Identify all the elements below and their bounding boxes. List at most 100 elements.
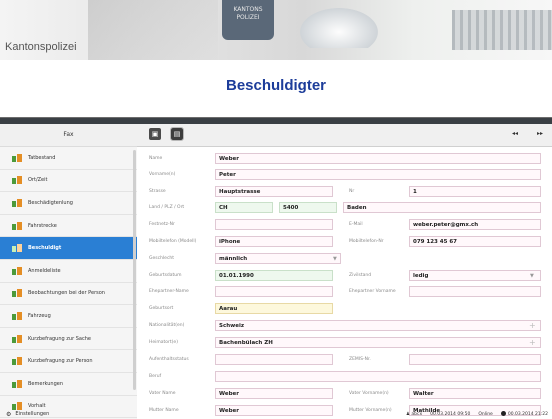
sidebar-item[interactable]: Ort/Zeit [0,170,137,193]
police-badge-image: KANTONS POLIZEI [222,0,274,40]
main-panel: ▣ ▤ ◂◂ ▸▸ Name Weber Vorname(n) Peter St… [137,124,552,419]
heimatort-field[interactable]: Bachenbülach ZH [215,337,541,348]
folder-icon [12,244,22,253]
geburtsdatum-field[interactable]: 01.01.1990 [215,270,333,281]
zemis-field[interactable] [409,354,541,365]
beruf-field[interactable] [215,371,541,382]
row-vorname: Vorname(n) Peter [137,167,552,183]
prev-record-button[interactable]: ◂◂ [512,130,518,137]
aufenthalt-field[interactable] [215,354,333,365]
vater-vorname-field[interactable]: Walter [409,388,541,399]
add-icon[interactable]: + [529,321,536,330]
folder-icon [12,153,22,162]
land-label: Land / PLZ / Ort [149,205,185,210]
app-window: Fax Tatbestand Ort/Zeit Beschädigtenlung Fa… [0,117,552,419]
sidebar-item-label: Tatbestand [28,154,56,161]
sidebar-item-label: Bemerkungen [28,380,64,387]
sidebar-item-label: Fahrzeug [28,312,51,319]
sidebar-item-label: Beobachtungen bei der Person [28,290,105,297]
zivilstand-select[interactable]: ledig [409,270,541,281]
ehepartner-name-field[interactable] [215,286,333,297]
row-geschlecht: Geschlecht männlich ▼ [137,251,552,267]
chevron-down-icon[interactable]: ▼ [333,256,337,262]
nr-field[interactable]: 1 [409,186,541,197]
name-field[interactable]: Weber [215,153,541,164]
page-title: Beschuldigter [225,77,327,94]
geburtsort-field[interactable]: Aarau [215,303,333,314]
geschlecht-label: Geschlecht [149,256,175,261]
folder-icon [12,311,22,320]
toolbar: ▣ ▤ ◂◂ ▸▸ [137,124,552,147]
geschlecht-select[interactable]: männlich [215,253,341,264]
sidebar-item-label: Kurzbefragung zur Sache [28,335,91,342]
vater-vorname-label: Vater Vorname(n) [349,391,389,396]
nationalitaet-field[interactable]: Schweiz [215,320,541,331]
email-field[interactable]: weber.peter@gmx.ch [409,219,541,230]
row-heimatort: Heimatort(e) Bachenbülach ZH + [137,335,552,351]
sidebar-item-label: Fahrstrecke [28,222,57,229]
user-icon: ♟ [405,411,410,417]
row-vater: Vater Name Weber Vater Vorname(n) Walter [137,386,552,402]
mobil-typ-label: Mobiltelefon (Modell) [149,239,197,244]
police-car-image [300,8,378,48]
save-icon[interactable]: ▣ [149,128,161,140]
mobil-nr-label: Mobiltelefon-Nr [349,239,384,244]
beruf-label: Beruf [149,374,162,379]
status-dot-icon [500,411,506,416]
sidebar-scrollbar[interactable] [133,150,136,390]
geburtsdatum-label: Geburtsdatum [149,273,182,278]
ehepartner-vorname-label: Ehepartner Vorname [349,289,396,294]
ort-field[interactable]: Baden [343,202,541,213]
folder-icon [12,198,22,207]
badge-text: KANTONS POLIZEI [233,6,263,21]
nationalitaet-label: Nationalität(en) [149,323,185,328]
sidebar-item-label: Ort/Zeit [28,177,48,184]
land-field[interactable]: CH [215,202,273,213]
building-image [452,10,552,50]
add-icon[interactable]: + [529,338,536,347]
document-icon[interactable]: ▤ [170,127,184,141]
sync-status: 00.03.2014 21:22 [500,411,548,417]
user-status: ♟ abcx [406,412,422,417]
strasse-field[interactable]: Hauptstrasse [215,186,333,197]
sidebar-item-label: Anmeldeliste [28,267,61,274]
header-banner: KANTONS POLIZEI Kantonspolizei [0,0,552,60]
folder-icon [12,176,22,185]
row-name: Name Weber [137,151,552,167]
vater-field[interactable]: Weber [215,388,333,399]
login-time: 00.03.2014 09:50 [430,411,471,417]
vorname-field[interactable]: Peter [215,169,541,180]
sidebar-item-label: Beschuldigt [28,245,62,252]
gear-icon: ⚙ [6,410,12,418]
sidebar-item[interactable]: Fahrzeug [0,305,137,328]
mobil-nr-field[interactable]: 079 123 45 67 [409,236,541,247]
sidebar-item[interactable]: Kurzbefragung zur Person [0,350,137,373]
chevron-down-icon[interactable]: ▼ [530,273,534,279]
sidebar-item[interactable]: Kurzbefragung zur Sache [0,328,137,351]
sidebar-item[interactable]: Bemerkungen [0,373,137,396]
row-geburtsort: Geburtsort Aarau [137,301,552,317]
sidebar-item[interactable]: Beschuldigt [0,237,137,260]
sidebar-item[interactable]: Beschädigtenlung [0,192,137,215]
plz-field[interactable]: 5400 [279,202,337,213]
zemis-label: ZEMIS-Nr. [349,357,371,362]
zivilstand-label: Zivilstand [349,273,372,278]
folder-icon [12,357,22,366]
vater-label: Vater Name [149,391,176,396]
folder-icon [12,289,22,298]
sidebar-item[interactable]: Fahrstrecke [0,215,137,238]
sidebar-item[interactable]: Beobachtungen bei der Person [0,283,137,306]
user-name: abcx [411,411,423,417]
brand-label: Kantonspolizei [5,41,77,53]
next-record-button[interactable]: ▸▸ [537,130,543,137]
mobil-typ-field[interactable]: iPhone [215,236,333,247]
festnetz-field[interactable] [215,219,333,230]
ehepartner-vorname-field[interactable] [409,286,541,297]
sidebar-nav: Tatbestand Ort/Zeit Beschädigtenlung Fahrst… [0,147,137,419]
sidebar-item[interactable]: Anmeldeliste [0,260,137,283]
vorname-label: Vorname(n) [149,172,176,177]
name-label: Name [149,156,163,161]
sidebar-item[interactable]: Tatbestand [0,147,137,170]
row-aufenthalt: Aufenthaltsstatus ZEMIS-Nr. [137,352,552,368]
row-geburt: Geburtsdatum 01.01.1990 Zivilstand ledig… [137,268,552,284]
